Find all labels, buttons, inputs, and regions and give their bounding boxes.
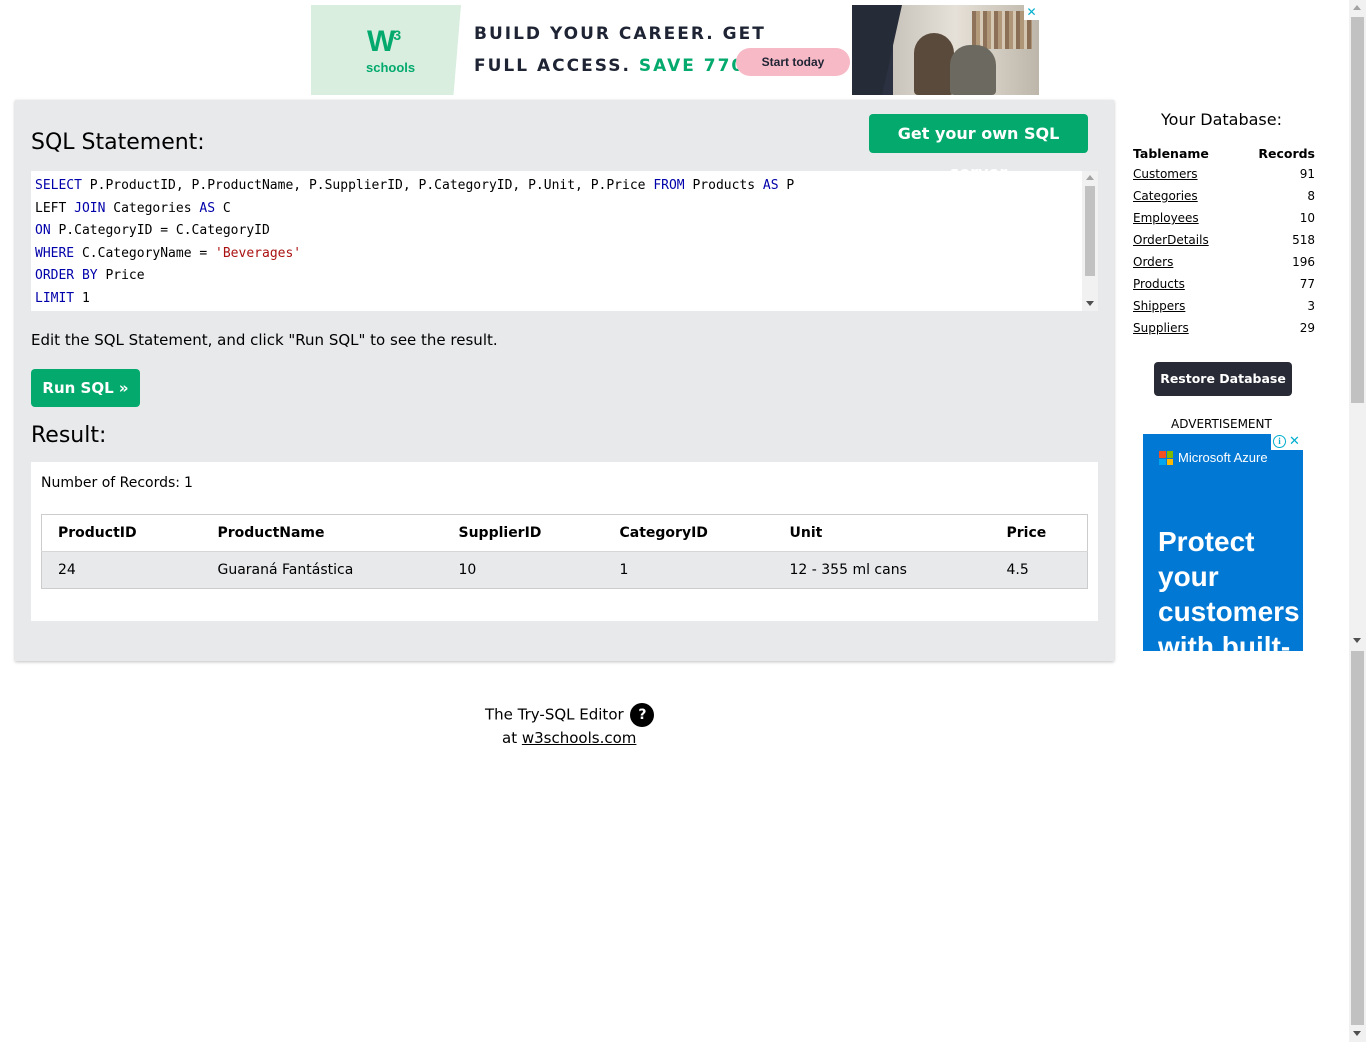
footer-prefix: at: [502, 729, 518, 747]
ad-photo-bookshelf: [972, 11, 1032, 49]
db-table-link-products[interactable]: Products: [1133, 277, 1185, 291]
page-scrollbar-thumb[interactable]: [1351, 17, 1364, 403]
database-table-list: Tablename Records Customers 91 Categories…: [1131, 143, 1315, 339]
tablename-header: Tablename: [1133, 145, 1209, 161]
record-count-label: Number of Records:: [41, 475, 181, 491]
scroll-up-arrow-icon[interactable]: [1086, 175, 1094, 180]
footer-title: The Try-SQL Editor ?: [485, 703, 655, 727]
top-banner-ad[interactable]: W3 schools BUILD YOUR CAREER. GET FULL A…: [311, 5, 1039, 95]
restore-database-button[interactable]: Restore Database: [1154, 362, 1292, 396]
w3schools-logo-icon: W3: [367, 25, 401, 58]
column-header: Unit: [773, 514, 991, 552]
ad-photo-person: [914, 33, 954, 95]
db-record-count: 91: [1299, 167, 1315, 181]
footer-title-text: The Try-SQL Editor: [485, 705, 624, 724]
sql-code[interactable]: SELECT P.ProductID, P.ProductName, P.Sup…: [35, 175, 794, 311]
table-cell: Guaraná Fantástica: [201, 551, 443, 589]
ad-photo-person: [950, 45, 996, 95]
scroll-down-arrow-icon[interactable]: [1353, 1031, 1361, 1036]
db-table-link-categories[interactable]: Categories: [1133, 189, 1198, 203]
editor-scrollbar-thumb[interactable]: [1085, 186, 1095, 276]
db-table-link-orders[interactable]: Orders: [1133, 255, 1173, 269]
editor-scrollbar[interactable]: [1082, 171, 1098, 311]
ad-logo-text: schools: [366, 60, 416, 75]
db-table-link-customers[interactable]: Customers: [1133, 167, 1198, 181]
ad-headline-line: customers: [1158, 596, 1300, 627]
db-table-row: Employees 10: [1131, 207, 1315, 229]
ad-headline-line1: BUILD YOUR CAREER. GET: [474, 24, 766, 44]
db-table-link-employees[interactable]: Employees: [1133, 211, 1199, 225]
ad-logo-panel: W3 schools: [311, 5, 461, 95]
column-header: ProductID: [41, 514, 202, 552]
db-table-row: OrderDetails 518: [1131, 229, 1315, 251]
page-scrollbar-thumb[interactable]: [1351, 651, 1364, 1025]
db-record-count: 196: [1292, 255, 1315, 269]
column-header: Price: [990, 514, 1088, 552]
scroll-up-arrow-icon[interactable]: [1353, 5, 1361, 10]
ad-info-icon[interactable]: i: [1273, 435, 1286, 448]
db-record-count: 8: [1307, 189, 1315, 203]
result-heading: Result:: [31, 423, 107, 448]
table-cell: 1: [603, 551, 774, 589]
db-table-row: Shippers 3: [1131, 295, 1315, 317]
db-record-count: 3: [1307, 299, 1315, 313]
table-header-row: ProductID ProductName SupplierID Categor…: [41, 514, 1088, 552]
table-cell: 4.5: [990, 551, 1088, 589]
editor-instructions: Edit the SQL Statement, and click "Run S…: [31, 331, 498, 349]
column-header: CategoryID: [603, 514, 774, 552]
page-scrollbar[interactable]: [1349, 0, 1366, 1042]
ad-line2-prefix: FULL ACCESS.: [474, 56, 631, 76]
sql-editor-panel: SQL Statement: Get your own SQL server S…: [15, 100, 1114, 661]
ad-headline-line: your: [1158, 561, 1219, 592]
db-table-row: Suppliers 29: [1131, 317, 1315, 339]
table-cell: 10: [442, 551, 604, 589]
run-sql-button[interactable]: Run SQL »: [31, 369, 140, 407]
db-table-link-shippers[interactable]: Shippers: [1133, 299, 1185, 313]
ad-headline: Protect your customers with built-: [1158, 524, 1300, 651]
result-box: Number of Records: 1 ProductID ProductNam…: [31, 462, 1098, 621]
ad-close-icon[interactable]: ✕: [1289, 434, 1300, 449]
db-table-row: Customers 91: [1131, 163, 1315, 185]
w3schools-link[interactable]: w3schools.com: [522, 729, 637, 747]
db-record-count: 518: [1292, 233, 1315, 247]
db-record-count: 77: [1299, 277, 1315, 291]
table-row: 24 Guaraná Fantástica 10 1 12 - 355 ml c…: [41, 551, 1088, 589]
ad-photo: [852, 5, 1039, 95]
ad-brand: Microsoft Azure: [1178, 450, 1268, 465]
ad-headline-line: Protect: [1158, 526, 1255, 557]
ad-choices[interactable]: i ✕: [1271, 434, 1303, 450]
records-header: Records: [1258, 145, 1315, 161]
get-own-sql-server-button[interactable]: Get your own SQL server: [869, 114, 1088, 182]
table-cell: 12 - 355 ml cans: [773, 551, 991, 589]
ad-headline-line2: FULL ACCESS. SAVE 770$: [474, 56, 759, 76]
record-count-value: 1: [184, 475, 193, 491]
side-ad-azure[interactable]: Microsoft Azure Protect your customers w…: [1143, 434, 1303, 651]
db-table-link-orderdetails[interactable]: OrderDetails: [1133, 233, 1209, 247]
footer-link-line: at w3schools.com: [502, 729, 636, 747]
scroll-down-arrow-icon[interactable]: [1086, 301, 1094, 306]
column-header: ProductName: [201, 514, 443, 552]
help-icon[interactable]: ?: [630, 703, 655, 727]
db-table-row: Categories 8: [1131, 185, 1315, 207]
table-cell: 24: [41, 551, 202, 589]
db-record-count: 10: [1299, 211, 1315, 225]
your-database-heading: Your Database:: [1161, 110, 1282, 129]
column-header: SupplierID: [442, 514, 604, 552]
ad-photo-dark-wedge: [852, 5, 902, 95]
record-count: Number of Records: 1: [41, 475, 193, 491]
db-table-row: Products 77: [1131, 273, 1315, 295]
microsoft-logo-icon: [1159, 451, 1173, 465]
advertisement-label: ADVERTISEMENT: [1171, 417, 1272, 431]
sql-statement-heading: SQL Statement:: [31, 130, 205, 155]
db-table-link-suppliers[interactable]: Suppliers: [1133, 321, 1189, 335]
db-table-row: Orders 196: [1131, 251, 1315, 273]
ad-headline-line: with built-: [1158, 631, 1291, 651]
ad-start-today-button[interactable]: Start today: [736, 48, 850, 76]
result-table: ProductID ProductName SupplierID Categor…: [41, 514, 1088, 589]
ad-close-icon[interactable]: ✕: [1024, 5, 1039, 20]
db-header-row: Tablename Records: [1131, 143, 1315, 163]
db-record-count: 29: [1299, 321, 1315, 335]
scroll-down-arrow-icon[interactable]: [1353, 638, 1361, 643]
sql-code-editor[interactable]: SELECT P.ProductID, P.ProductName, P.Sup…: [31, 171, 1098, 311]
